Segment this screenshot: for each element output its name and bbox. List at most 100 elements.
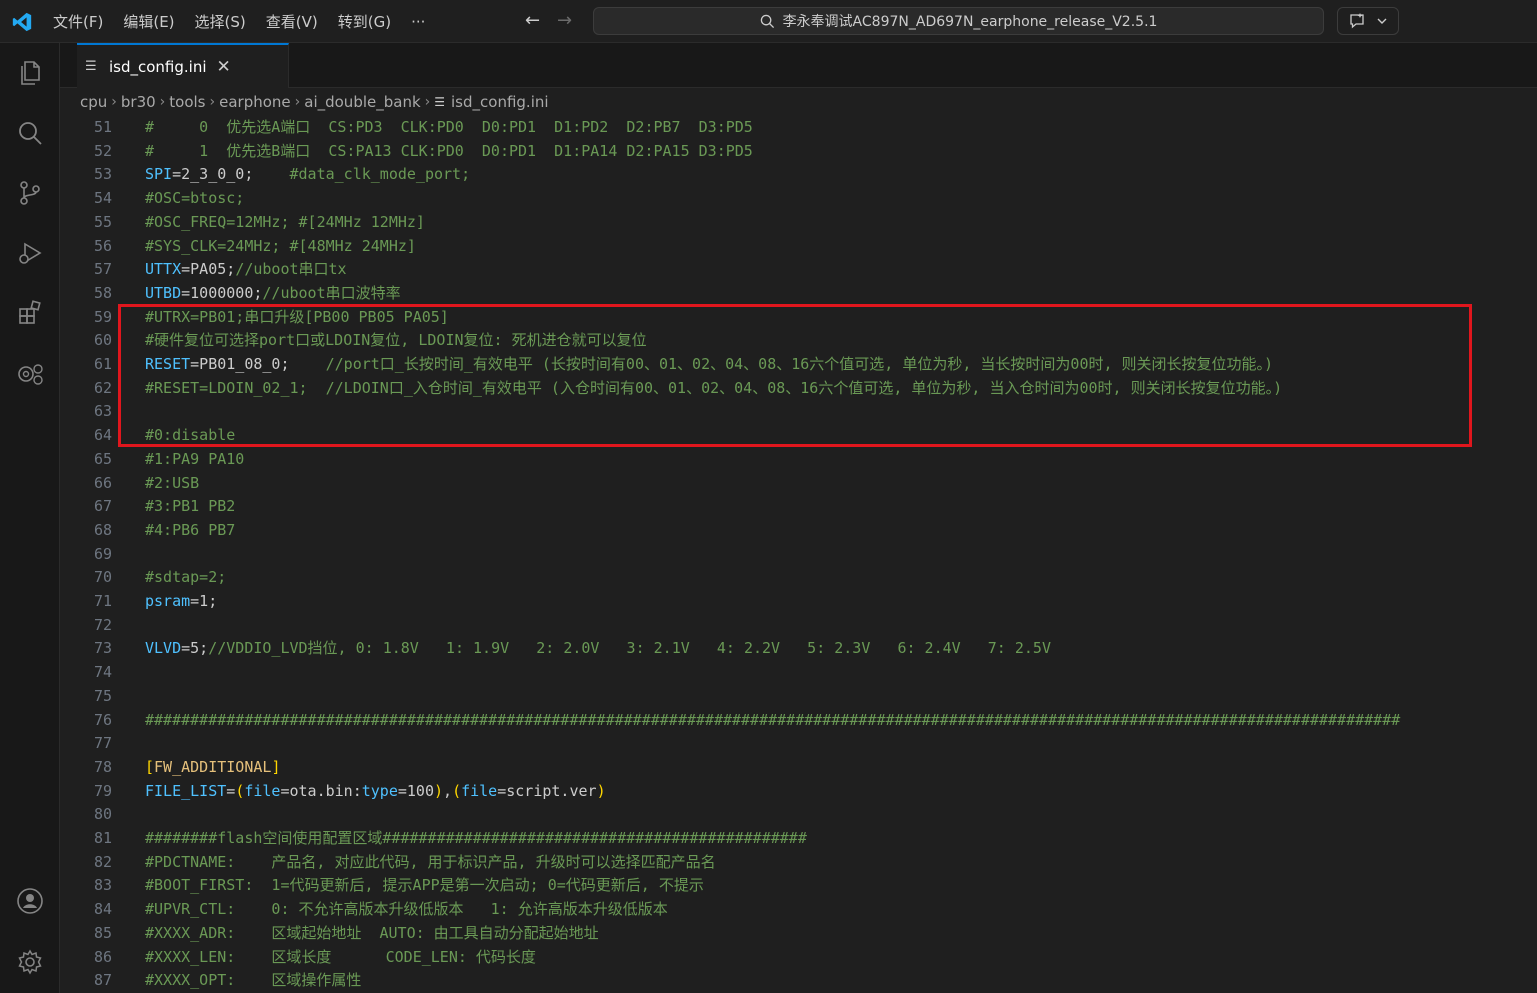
code-token: //uboot串口波特率 <box>262 284 401 302</box>
code-line[interactable]: 51 # 0 优先选A端口 CS:PD3 CLK:PD0 D0:PD1 D1:PD… <box>60 115 1537 139</box>
code-line[interactable]: 77 <box>60 731 1537 755</box>
menu-go[interactable]: 转到(G) <box>328 8 401 36</box>
gear-icon[interactable] <box>15 947 45 977</box>
chevron-right-icon: › <box>294 94 301 110</box>
code-line[interactable]: 62 #RESET=LDOIN_02_1; //LDOIN口_入仓时间_有效电平 … <box>60 376 1537 400</box>
menu-file[interactable]: 文件(F) <box>43 8 113 36</box>
search-icon[interactable] <box>15 118 45 148</box>
code-line[interactable]: 64 #0:disable <box>60 423 1537 447</box>
breadcrumb-item[interactable]: isd_config.ini <box>451 93 549 111</box>
code-line[interactable]: 60 #硬件复位可选择port口或LDOIN复位, LDOIN复位: 死机进仓就可… <box>60 328 1537 352</box>
code-line[interactable]: 56 #SYS_CLK=24MHz; #[48MHz 24MHz] <box>60 234 1537 258</box>
code-token: #XXXX_LEN: 区域长度 CODE_LEN: 代码长度 <box>145 948 536 966</box>
code-token: =1000000; <box>181 284 263 302</box>
code-line[interactable]: 67 #3:PB1 PB2 <box>60 494 1537 518</box>
line-number: 54 <box>93 189 112 207</box>
menu-more[interactable]: ··· <box>401 8 435 36</box>
code-text: ########flash空间使用配置区域###################… <box>145 826 807 850</box>
breadcrumb-item[interactable]: tools <box>169 93 205 111</box>
line-number: 82 <box>93 853 112 871</box>
line-number: 71 <box>93 592 112 610</box>
forward-arrow-icon[interactable]: → <box>557 10 572 31</box>
code-line[interactable]: 84 #UPVR_CTL: 0: 不允许高版本升级低版本 1: 允许高版本升级低版… <box>60 897 1537 921</box>
extensions-icon[interactable] <box>15 298 45 328</box>
line-number: 51 <box>93 118 112 136</box>
code-line[interactable]: 78 [FW_ADDITIONAL] <box>60 755 1537 779</box>
source-control-icon[interactable] <box>15 178 45 208</box>
line-number: 66 <box>93 474 112 492</box>
code-token: =1; <box>190 592 218 610</box>
code-line[interactable]: 81 ########flash空间使用配置区域#################… <box>60 826 1537 850</box>
breadcrumb-item[interactable]: cpu <box>80 93 107 111</box>
code-line[interactable]: 70 #sdtap=2; <box>60 565 1537 589</box>
close-icon[interactable]: ✕ <box>217 57 231 77</box>
code-text: #3:PB1 PB2 <box>145 494 235 518</box>
code-text: VLVD=5;//VDDIO_LVD挡位, 0: 1.8V 1: 1.9V 2:… <box>145 636 1051 660</box>
code-line[interactable]: 65 #1:PA9 PA10 <box>60 447 1537 471</box>
code-line[interactable]: 55 #OSC_FREQ=12MHz; #[24MHz 12MHz] <box>60 210 1537 234</box>
code-line[interactable]: 76 ######################################… <box>60 708 1537 732</box>
code-line[interactable]: 83 #BOOT_FIRST: 1=代码更新后, 提示APP是第一次启动; 0=代… <box>60 873 1537 897</box>
code-text: #XXXX_LEN: 区域长度 CODE_LEN: 代码长度 <box>145 945 536 969</box>
code-line[interactable]: 58 UTBD=1000000;//uboot串口波特率 <box>60 281 1537 305</box>
code-line[interactable]: 63 <box>60 399 1537 423</box>
line-number: 62 <box>93 379 112 397</box>
code-line[interactable]: 86 #XXXX_LEN: 区域长度 CODE_LEN: 代码长度 <box>60 945 1537 969</box>
code-line[interactable]: 52 # 1 优先选B端口 CS:PA13 CLK:PD0 D0:PD1 D1:P… <box>60 139 1537 163</box>
line-number: 67 <box>93 497 112 515</box>
code-line[interactable]: 82 #PDCTNAME: 产品名, 对应此代码, 用于标识产品, 升级时可以选择… <box>60 850 1537 874</box>
code-token: =ota.bin: <box>280 782 362 800</box>
breadcrumb-item[interactable]: earphone <box>219 93 291 111</box>
line-number: 76 <box>93 711 112 729</box>
back-arrow-icon[interactable]: ← <box>525 10 540 31</box>
chevron-right-icon: › <box>209 94 216 110</box>
line-number: 59 <box>93 308 112 326</box>
menu-edit[interactable]: 编辑(E) <box>113 8 184 36</box>
code-line[interactable]: 72 <box>60 613 1537 637</box>
code-line[interactable]: 53 SPI=2_3_0_0; #data_clk_mode_port; <box>60 162 1537 186</box>
code-text: #BOOT_FIRST: 1=代码更新后, 提示APP是第一次启动; 0=代码更… <box>145 873 704 897</box>
code-line[interactable]: 59 #UTRX=PB01;串口升级[PB00 PB05 PA05] <box>60 305 1537 329</box>
code-line[interactable]: 66 #2:USB <box>60 471 1537 495</box>
run-debug-icon[interactable] <box>15 238 45 268</box>
command-center-search[interactable]: 李永奉调试AC897N_AD697N_earphone_release_V2.5… <box>593 7 1324 35</box>
code-line[interactable]: 69 <box>60 542 1537 566</box>
code-line[interactable]: 79 FILE_LIST=(file=ota.bin:type=100),(fil… <box>60 779 1537 803</box>
code-line[interactable]: 80 <box>60 802 1537 826</box>
code-editor[interactable]: 51 # 0 优先选A端口 CS:PD3 CLK:PD0 D0:PD1 D1:PD… <box>60 115 1537 993</box>
code-text: #硬件复位可选择port口或LDOIN复位, LDOIN复位: 死机进仓就可以复… <box>145 328 647 352</box>
code-line[interactable]: 75 <box>60 684 1537 708</box>
code-token: file <box>244 782 281 800</box>
code-line[interactable]: 57 UTTX=PA05;//uboot串口tx <box>60 257 1537 281</box>
editor-tab-bar: ☰ isd_config.ini ✕ <box>60 43 1537 88</box>
code-line[interactable]: 54 #OSC=btosc; <box>60 186 1537 210</box>
code-line[interactable]: 87 #XXXX_OPT: 区域操作属性 <box>60 968 1537 992</box>
code-line[interactable]: 71 psram=1; <box>60 589 1537 613</box>
breadcrumb-item[interactable]: ai_double_bank <box>304 93 420 111</box>
account-icon[interactable] <box>15 886 45 916</box>
menu-view[interactable]: 查看(V) <box>256 8 328 36</box>
code-token: #硬件复位可选择port口或LDOIN复位, LDOIN复位: 死机进仓就可以复… <box>145 331 647 349</box>
breadcrumb-item[interactable]: br30 <box>121 93 156 111</box>
code-line[interactable]: 73 VLVD=5;//VDDIO_LVD挡位, 0: 1.8V 1: 1.9V … <box>60 636 1537 660</box>
explorer-files-icon[interactable] <box>15 58 45 88</box>
code-line[interactable]: 85 #XXXX_ADR: 区域起始地址 AUTO: 由工具自动分配起始地址 <box>60 921 1537 945</box>
tab-isd-config[interactable]: ☰ isd_config.ini ✕ <box>77 43 289 88</box>
code-line[interactable]: 68 #4:PB6 PB7 <box>60 518 1537 542</box>
code-token: #RESET=LDOIN_02_1; //LDOIN口_入仓时间_有效电平 (入… <box>145 379 1283 397</box>
chevron-right-icon: › <box>159 94 166 110</box>
remote-settings-icon[interactable] <box>15 358 45 388</box>
code-token: =PB01_08_0; <box>190 355 326 373</box>
code-token: #data_clk_mode_port; <box>289 165 471 183</box>
code-text: #SYS_CLK=24MHz; #[48MHz 24MHz] <box>145 234 416 258</box>
menu-selection[interactable]: 选择(S) <box>185 8 256 36</box>
copilot-button[interactable] <box>1337 7 1399 35</box>
line-number: 63 <box>93 402 112 420</box>
activity-bar <box>0 43 60 993</box>
breadcrumb: cpu › br30 › tools › earphone › ai_doubl… <box>80 91 549 113</box>
code-line[interactable]: 74 <box>60 660 1537 684</box>
line-number: 75 <box>93 687 112 705</box>
code-token: #OSC=btosc; <box>145 189 245 207</box>
code-line[interactable]: 61 RESET=PB01_08_0; //port口_长按时间_有效电平 (长按… <box>60 352 1537 376</box>
code-token: =PA05; <box>181 260 236 278</box>
